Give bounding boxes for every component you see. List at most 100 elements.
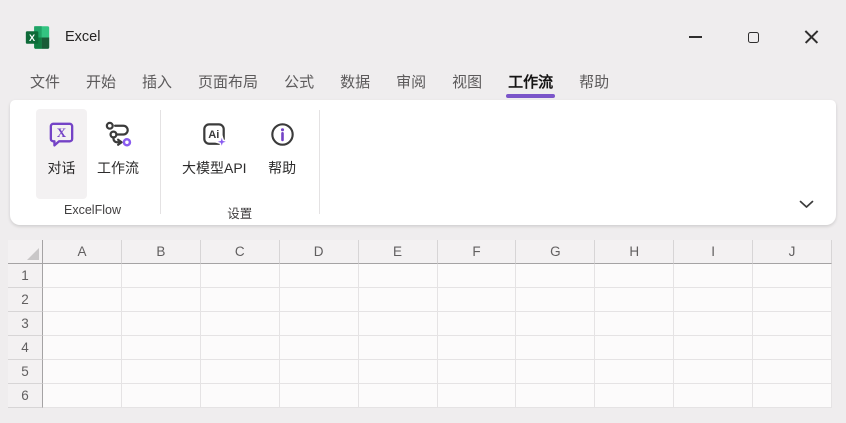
- cell[interactable]: [280, 384, 359, 408]
- ribbon-button-help[interactable]: 帮助: [257, 109, 308, 199]
- cell[interactable]: [280, 336, 359, 360]
- cell[interactable]: [359, 384, 438, 408]
- cell[interactable]: [201, 264, 280, 288]
- ribbon-button-workflow[interactable]: 工作流: [87, 109, 149, 199]
- cell[interactable]: [122, 288, 201, 312]
- ribbon-group: Ai 大模型API 帮助设置: [172, 109, 308, 219]
- column-header-I[interactable]: I: [674, 240, 753, 264]
- column-header-F[interactable]: F: [438, 240, 517, 264]
- cell[interactable]: [280, 288, 359, 312]
- tab-view[interactable]: 视图: [439, 62, 495, 100]
- cell[interactable]: [438, 264, 517, 288]
- cell[interactable]: [516, 312, 595, 336]
- cell[interactable]: [201, 288, 280, 312]
- cell[interactable]: [674, 288, 753, 312]
- cell[interactable]: [280, 360, 359, 384]
- cell[interactable]: [595, 288, 674, 312]
- cell[interactable]: [595, 360, 674, 384]
- row-header-6[interactable]: 6: [8, 384, 43, 408]
- cell[interactable]: [674, 360, 753, 384]
- cell[interactable]: [43, 264, 122, 288]
- tab-home[interactable]: 开始: [73, 62, 129, 100]
- ribbon-button-llm-api[interactable]: Ai 大模型API: [172, 109, 257, 199]
- close-button[interactable]: [782, 16, 840, 58]
- cell[interactable]: [674, 264, 753, 288]
- column-header-A[interactable]: A: [43, 240, 122, 264]
- cell[interactable]: [201, 360, 280, 384]
- close-icon: [804, 30, 819, 45]
- tab-data[interactable]: 数据: [327, 62, 383, 100]
- column-header-J[interactable]: J: [753, 240, 832, 264]
- cell[interactable]: [438, 384, 517, 408]
- ribbon-button-label: 大模型API: [182, 158, 247, 178]
- cell[interactable]: [595, 384, 674, 408]
- cell[interactable]: [201, 312, 280, 336]
- cell[interactable]: [438, 288, 517, 312]
- cell[interactable]: [438, 360, 517, 384]
- tab-formulas[interactable]: 公式: [271, 62, 327, 100]
- cell[interactable]: [359, 360, 438, 384]
- row-header-4[interactable]: 4: [8, 336, 43, 360]
- cell[interactable]: [674, 384, 753, 408]
- cell[interactable]: [43, 384, 122, 408]
- cell[interactable]: [595, 312, 674, 336]
- cell[interactable]: [122, 312, 201, 336]
- cell[interactable]: [359, 336, 438, 360]
- tab-insert[interactable]: 插入: [129, 62, 185, 100]
- column-header-D[interactable]: D: [280, 240, 359, 264]
- maximize-button[interactable]: [724, 16, 782, 58]
- cell[interactable]: [516, 360, 595, 384]
- row-header-1[interactable]: 1: [8, 264, 43, 288]
- cell[interactable]: [753, 360, 832, 384]
- cell[interactable]: [516, 264, 595, 288]
- cell[interactable]: [122, 384, 201, 408]
- cell[interactable]: [516, 288, 595, 312]
- cell[interactable]: [595, 264, 674, 288]
- tab-page-layout[interactable]: 页面布局: [185, 62, 271, 100]
- cell[interactable]: [674, 336, 753, 360]
- cell[interactable]: [753, 384, 832, 408]
- cell[interactable]: [43, 360, 122, 384]
- cell[interactable]: [280, 264, 359, 288]
- column-header-G[interactable]: G: [516, 240, 595, 264]
- cell[interactable]: [516, 336, 595, 360]
- workflow-icon: [103, 119, 134, 150]
- collapse-ribbon-button[interactable]: [795, 193, 818, 216]
- cell[interactable]: [359, 288, 438, 312]
- cell[interactable]: [674, 312, 753, 336]
- cell[interactable]: [43, 312, 122, 336]
- row-header-5[interactable]: 5: [8, 360, 43, 384]
- row-header-2[interactable]: 2: [8, 288, 43, 312]
- ribbon-button-chat[interactable]: X对话: [36, 109, 87, 199]
- cell[interactable]: [753, 336, 832, 360]
- cell[interactable]: [753, 288, 832, 312]
- tab-workflow[interactable]: 工作流: [495, 62, 566, 100]
- cell[interactable]: [595, 336, 674, 360]
- cell[interactable]: [753, 264, 832, 288]
- select-all-button[interactable]: [8, 240, 43, 264]
- column-header-H[interactable]: H: [595, 240, 674, 264]
- column-header-B[interactable]: B: [122, 240, 201, 264]
- column-header-E[interactable]: E: [359, 240, 438, 264]
- row-header-3[interactable]: 3: [8, 312, 43, 336]
- tab-review[interactable]: 审阅: [383, 62, 439, 100]
- cell[interactable]: [43, 288, 122, 312]
- cell[interactable]: [359, 312, 438, 336]
- cell[interactable]: [43, 336, 122, 360]
- cell[interactable]: [122, 264, 201, 288]
- cell[interactable]: [280, 312, 359, 336]
- tab-help[interactable]: 帮助: [566, 62, 622, 100]
- cell[interactable]: [359, 264, 438, 288]
- cell[interactable]: [438, 312, 517, 336]
- cell[interactable]: [753, 312, 832, 336]
- cell[interactable]: [122, 360, 201, 384]
- cell[interactable]: [516, 384, 595, 408]
- minimize-button[interactable]: [666, 16, 724, 58]
- column-header-C[interactable]: C: [201, 240, 280, 264]
- cell[interactable]: [201, 336, 280, 360]
- cell[interactable]: [122, 336, 201, 360]
- cell[interactable]: [438, 336, 517, 360]
- tab-file[interactable]: 文件: [17, 62, 73, 100]
- svg-text:X: X: [57, 125, 67, 140]
- cell[interactable]: [201, 384, 280, 408]
